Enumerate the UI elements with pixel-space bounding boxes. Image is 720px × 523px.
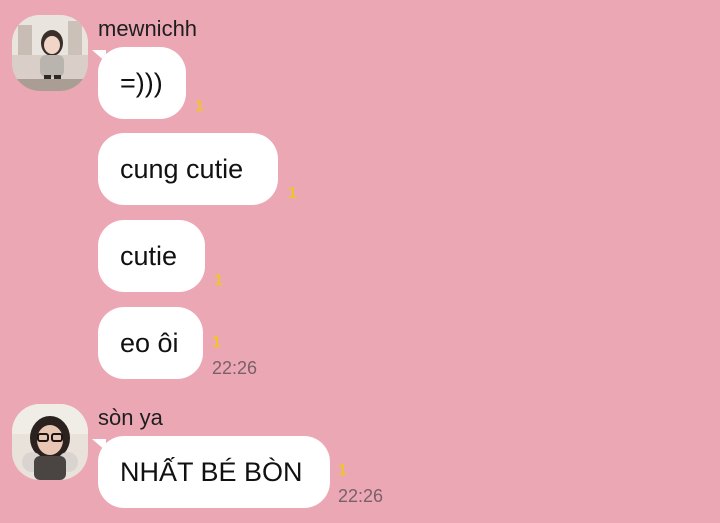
message-time: 22:26 [212,358,258,378]
unread-count: 1 [195,98,204,115]
unread-count: 1 [214,272,223,289]
message-bubble[interactable]: cutie [98,220,205,292]
message-bubble[interactable]: eo ôi [98,307,203,379]
avatar-son-ya[interactable] [12,404,88,480]
user-avatar-girl-icon [12,15,88,91]
avatar-mewnichh[interactable] [12,15,88,91]
sender-name: sòn ya [98,405,163,430]
message-bubble[interactable]: cung cutie [98,133,278,205]
unread-count: 1 [212,334,221,351]
message-bubble[interactable]: =))) [98,47,186,119]
message-time: 22:26 [338,486,384,506]
message-bubble[interactable]: NHẤT BÉ BÒN [98,436,330,508]
user-avatar-glasses-icon [12,404,88,480]
unread-count: 1 [288,185,297,202]
sender-name: mewnichh [98,16,198,41]
unread-count: 1 [338,462,347,479]
